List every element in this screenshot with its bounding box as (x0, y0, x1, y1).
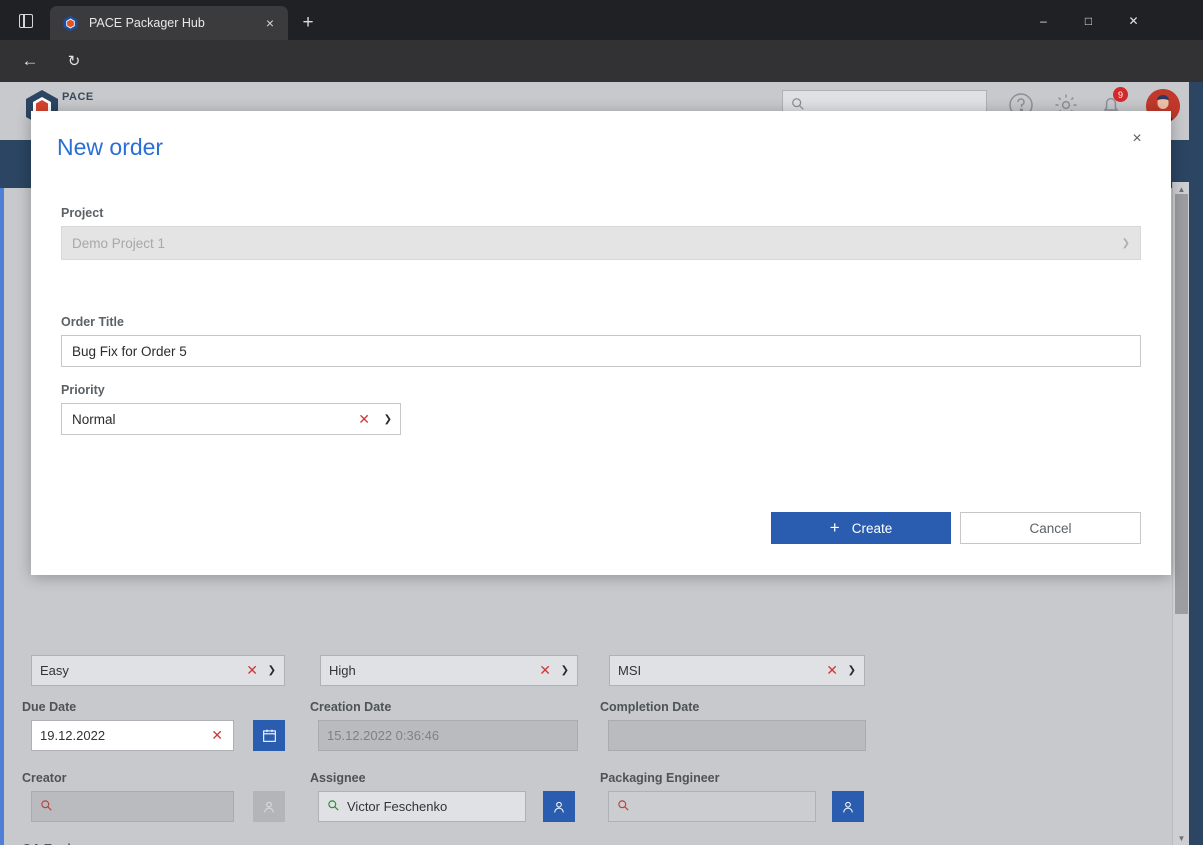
creation-date-label: Creation Date (310, 700, 392, 714)
project-value: Demo Project 1 (72, 235, 166, 251)
complexity-value: Easy (40, 663, 69, 678)
completion-date-label: Completion Date (600, 700, 700, 714)
notifications-badge: 9 (1113, 87, 1128, 102)
new-order-modal: New order × Project Demo Project 1 ❯ Ord… (31, 111, 1171, 575)
packaging-engineer-input[interactable] (608, 791, 816, 822)
project-select: Demo Project 1 ❯ (61, 226, 1141, 260)
search-icon (40, 799, 53, 815)
tab-close-icon[interactable]: × (260, 13, 280, 33)
due-date-label: Due Date (22, 700, 77, 714)
package-type-clear-icon[interactable]: ✕ (826, 662, 838, 679)
creation-date-value: 15.12.2022 0:36:46 (327, 728, 440, 743)
project-label: Project (61, 206, 104, 220)
window-minimize-button[interactable]: – (1021, 6, 1066, 36)
tab-title: PACE Packager Hub (89, 16, 205, 30)
search-icon (327, 799, 340, 815)
creator-person-icon (253, 791, 285, 822)
complexity-chevron-down-icon[interactable]: ❯ (268, 665, 276, 676)
order-title-value: Bug Fix for Order 5 (72, 343, 187, 359)
back-icon[interactable]: ← (18, 50, 42, 72)
close-icon[interactable]: × (1124, 126, 1150, 152)
order-title-label: Order Title (61, 315, 124, 329)
new-tab-button[interactable]: + (296, 11, 320, 35)
window-maximize-button[interactable]: □ (1066, 6, 1111, 36)
complexity-clear-icon[interactable]: ✕ (246, 662, 258, 679)
cancel-button-label: Cancel (1029, 520, 1072, 536)
browser-tab[interactable]: PACE Packager Hub × (50, 6, 288, 40)
priority-clear-icon[interactable]: ✕ (539, 662, 551, 679)
assignee-person-icon[interactable] (543, 791, 575, 822)
tab-list-icon[interactable] (12, 8, 40, 34)
package-type-value: MSI (618, 663, 642, 678)
due-date-value: 19.12.2022 (40, 728, 106, 743)
priority-label: Priority (61, 383, 105, 397)
creator-label: Creator (22, 771, 67, 785)
page-scrollbar[interactable]: ▲ ▼ (1172, 182, 1189, 845)
complexity-select[interactable]: Easy ✕ ❯ (31, 655, 285, 686)
priority-clear-icon[interactable]: ✕ (358, 411, 370, 428)
priority-select[interactable]: Normal ✕ ❯ (61, 403, 401, 435)
browser-titlebar: PACE Packager Hub × + – □ ✕ (0, 0, 1203, 40)
search-icon (617, 799, 630, 815)
scroll-down-icon[interactable]: ▼ (1173, 831, 1190, 845)
page-right-edge (1189, 82, 1203, 845)
pace-hexagon-icon (62, 15, 79, 32)
window-close-button[interactable]: ✕ (1111, 6, 1156, 36)
creation-date-input: 15.12.2022 0:36:46 (318, 720, 578, 751)
cancel-button[interactable]: Cancel (960, 512, 1141, 544)
priority-value: Normal (72, 411, 116, 427)
priority-chevron-down-icon[interactable]: ❯ (384, 414, 392, 425)
create-button-label: Create (851, 520, 893, 536)
completion-date-input (608, 720, 866, 751)
scrollbar-thumb[interactable] (1175, 194, 1188, 614)
modal-title: New order (57, 134, 164, 160)
project-chevron-down-icon: ❯ (1121, 237, 1130, 249)
packaging-engineer-person-icon[interactable] (832, 791, 864, 822)
priority-chevron-down-icon[interactable]: ❯ (561, 665, 569, 676)
plus-icon: + (829, 518, 840, 537)
accent-edge (0, 188, 4, 845)
due-date-clear-icon[interactable]: ✕ (211, 727, 223, 744)
creator-input (31, 791, 234, 822)
app-brand-label: PACE (62, 91, 94, 103)
priority-select[interactable]: High ✕ ❯ (320, 655, 578, 686)
assignee-label: Assignee (310, 771, 366, 785)
screenshot-root: PACE Packager Hub × + – □ ✕ ← ↻ Not secu… (0, 0, 1203, 845)
create-button[interactable]: + Create (771, 512, 951, 544)
assignee-value: Victor Feschenko (347, 799, 448, 814)
assignee-input[interactable]: Victor Feschenko (318, 791, 526, 822)
packaging-engineer-label: Packaging Engineer (600, 771, 720, 785)
priority-value: High (329, 663, 356, 678)
due-date-input[interactable]: 19.12.2022 ✕ (31, 720, 234, 751)
calendar-icon[interactable] (253, 720, 285, 751)
browser-navbar: ← ↻ Not secure pace-packager-hub /orders… (0, 40, 1203, 114)
package-type-chevron-down-icon[interactable]: ❯ (848, 665, 856, 676)
package-type-select[interactable]: MSI ✕ ❯ (609, 655, 865, 686)
order-title-input[interactable]: Bug Fix for Order 5 (61, 335, 1141, 367)
reload-icon[interactable]: ↻ (62, 50, 86, 72)
